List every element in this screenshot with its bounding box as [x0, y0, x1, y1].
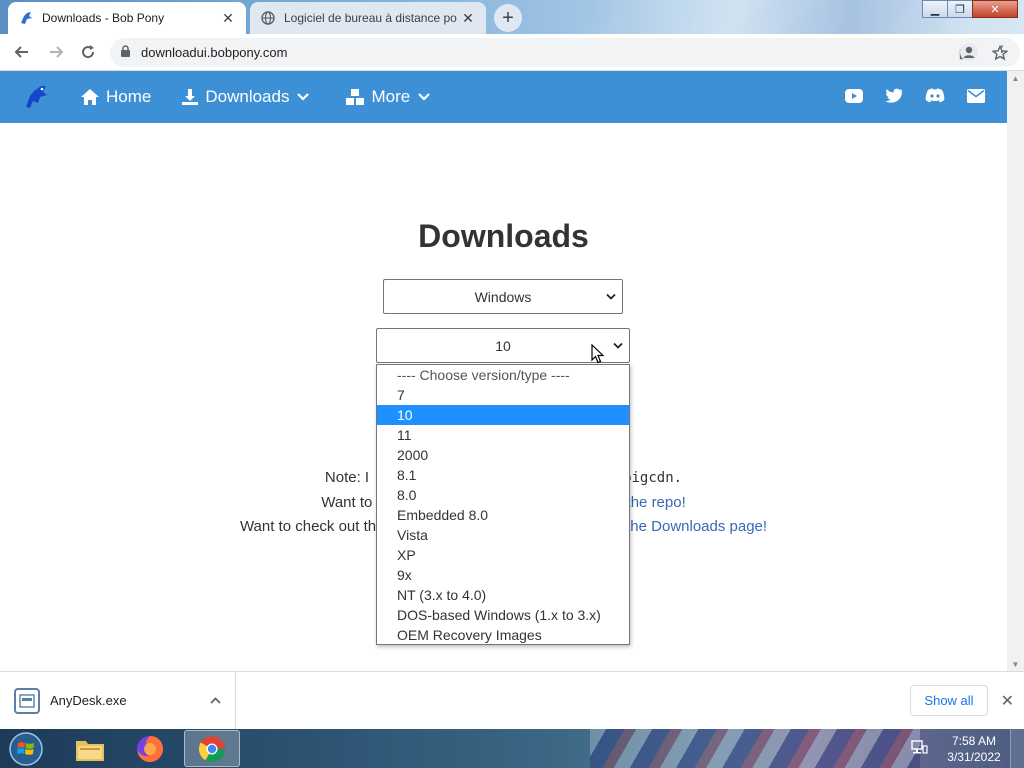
reload-icon[interactable] — [74, 38, 102, 66]
version-dropdown-list: ---- Choose version/type ---- 7 10 11 2000 8.… — [376, 364, 630, 645]
browser-tab-strip: Downloads - Bob Pony ✕ Logiciel de burea… — [0, 0, 1024, 34]
repo-link[interactable]: the repo! — [627, 494, 686, 511]
version-option[interactable]: 2000 — [377, 445, 629, 465]
url-text: downloadui.bobpony.com — [141, 45, 288, 60]
restore-button[interactable]: ❐ — [947, 0, 973, 18]
explorer-taskbar-button[interactable] — [62, 730, 118, 767]
chrome-icon — [198, 735, 226, 762]
version-option[interactable]: Vista — [377, 525, 629, 545]
download-icon — [182, 89, 199, 105]
version-option[interactable]: 8.1 — [377, 465, 629, 485]
tab-logiciel[interactable]: Logiciel de bureau à distance po ✕ — [250, 2, 486, 34]
version-option[interactable]: 10 — [377, 405, 629, 425]
show-all-button[interactable]: Show all — [910, 685, 988, 716]
chevron-down-icon — [418, 93, 430, 101]
version-option[interactable]: 8.0 — [377, 485, 629, 505]
page-title: Downloads — [418, 218, 589, 254]
clock-date: 3/31/2022 — [947, 749, 1001, 764]
taskbar: 7:58 AM 3/31/2022 — [0, 729, 1024, 768]
download-file-name: AnyDesk.exe — [50, 693, 127, 708]
nav-more-label: More — [371, 87, 411, 106]
nav-home-label: Home — [106, 87, 152, 106]
close-tab-icon[interactable]: ✕ — [460, 10, 476, 26]
version-option[interactable]: XP — [377, 545, 629, 565]
home-icon — [81, 89, 99, 105]
os-select-value: Windows — [474, 288, 532, 305]
downloads-page-link[interactable]: the Downloads page! — [626, 518, 767, 535]
scroll-up-arrow-icon[interactable]: ▲ — [1007, 71, 1024, 85]
address-bar[interactable]: downloadui.bobpony.com — [110, 38, 1020, 67]
version-select-value: 10 — [495, 337, 511, 354]
lock-icon[interactable] — [120, 44, 131, 61]
firefox-icon — [137, 735, 163, 762]
download-item[interactable]: AnyDesk.exe — [0, 671, 236, 730]
new-tab-button[interactable]: + — [494, 4, 522, 32]
social-links — [845, 88, 1007, 106]
window-controls: ▁ ❐ ✕ — [922, 0, 1018, 18]
show-desktop-button[interactable] — [1010, 729, 1024, 768]
nav-downloads-label: Downloads — [205, 87, 290, 106]
version-option[interactable]: Embedded 8.0 — [377, 505, 629, 525]
page-scrollbar[interactable]: ▲ ▼ — [1007, 71, 1024, 671]
profile-avatar-icon[interactable] — [955, 38, 983, 66]
bob-pony-icon — [18, 10, 34, 26]
close-window-button[interactable]: ✕ — [972, 0, 1018, 18]
menu-kebab-icon[interactable]: ⋮ — [988, 38, 1016, 66]
nav-downloads[interactable]: Downloads — [181, 87, 315, 107]
discord-icon[interactable] — [925, 88, 945, 106]
chrome-taskbar-button[interactable] — [184, 730, 240, 767]
minimize-button[interactable]: ▁ — [922, 0, 948, 18]
chevron-down-icon — [606, 293, 616, 300]
site-navbar: Home Downloads More — [0, 71, 1007, 123]
clock-time: 7:58 AM — [951, 733, 997, 748]
tab-label: Downloads - Bob Pony — [42, 11, 165, 25]
download-shelf: AnyDesk.exe Show all ✕ — [0, 671, 1024, 730]
exe-file-icon — [14, 687, 40, 714]
bob-pony-logo[interactable] — [22, 83, 50, 111]
start-button[interactable] — [4, 730, 48, 767]
tab-downloads-bob-pony[interactable]: Downloads - Bob Pony ✕ — [8, 2, 246, 34]
version-option[interactable]: 7 — [377, 385, 629, 405]
version-option[interactable]: 9x — [377, 565, 629, 585]
firefox-taskbar-button[interactable] — [122, 730, 178, 767]
chevron-down-icon — [297, 93, 310, 101]
tab-label: Logiciel de bureau à distance po — [284, 11, 457, 25]
os-select[interactable]: Windows — [383, 279, 623, 314]
close-tab-icon[interactable]: ✕ — [220, 10, 236, 26]
nav-more[interactable]: More — [345, 87, 436, 107]
version-option[interactable]: NT (3.x to 4.0) — [377, 585, 629, 605]
version-option[interactable]: DOS-based Windows (1.x to 3.x) — [377, 605, 629, 625]
version-option[interactable]: 11 — [377, 425, 629, 445]
clock[interactable]: 7:58 AM 3/31/2022 — [938, 733, 1010, 765]
globe-icon — [260, 10, 276, 26]
network-icon[interactable] — [910, 739, 928, 758]
back-arrow-icon[interactable] — [8, 38, 36, 66]
windows-logo-icon — [9, 731, 43, 766]
close-download-bar-icon[interactable]: ✕ — [1001, 691, 1014, 711]
youtube-icon[interactable] — [845, 88, 863, 106]
twitter-icon[interactable] — [885, 88, 903, 106]
system-tray: 7:58 AM 3/31/2022 — [910, 729, 1024, 768]
note-text: Want to — [321, 494, 377, 511]
browser-toolbar: downloadui.bobpony.com ⋮ — [0, 34, 1024, 71]
mouse-cursor-icon — [591, 344, 605, 364]
forward-arrow-icon[interactable] — [42, 38, 70, 66]
cubes-icon — [346, 89, 365, 105]
version-option[interactable]: ---- Choose version/type ---- — [377, 365, 629, 385]
scroll-down-arrow-icon[interactable]: ▼ — [1007, 657, 1024, 671]
nav-home[interactable]: Home — [80, 87, 151, 107]
chevron-down-icon — [613, 342, 623, 349]
chevron-up-icon[interactable] — [210, 697, 221, 704]
note-text: Note: I — [324, 469, 370, 486]
note-text-cdn: bigcdn. — [623, 470, 683, 486]
email-icon[interactable] — [967, 88, 985, 106]
explorer-icon — [76, 740, 104, 761]
version-option[interactable]: OEM Recovery Images — [377, 625, 629, 645]
note-text: Want to check out th — [239, 518, 377, 535]
